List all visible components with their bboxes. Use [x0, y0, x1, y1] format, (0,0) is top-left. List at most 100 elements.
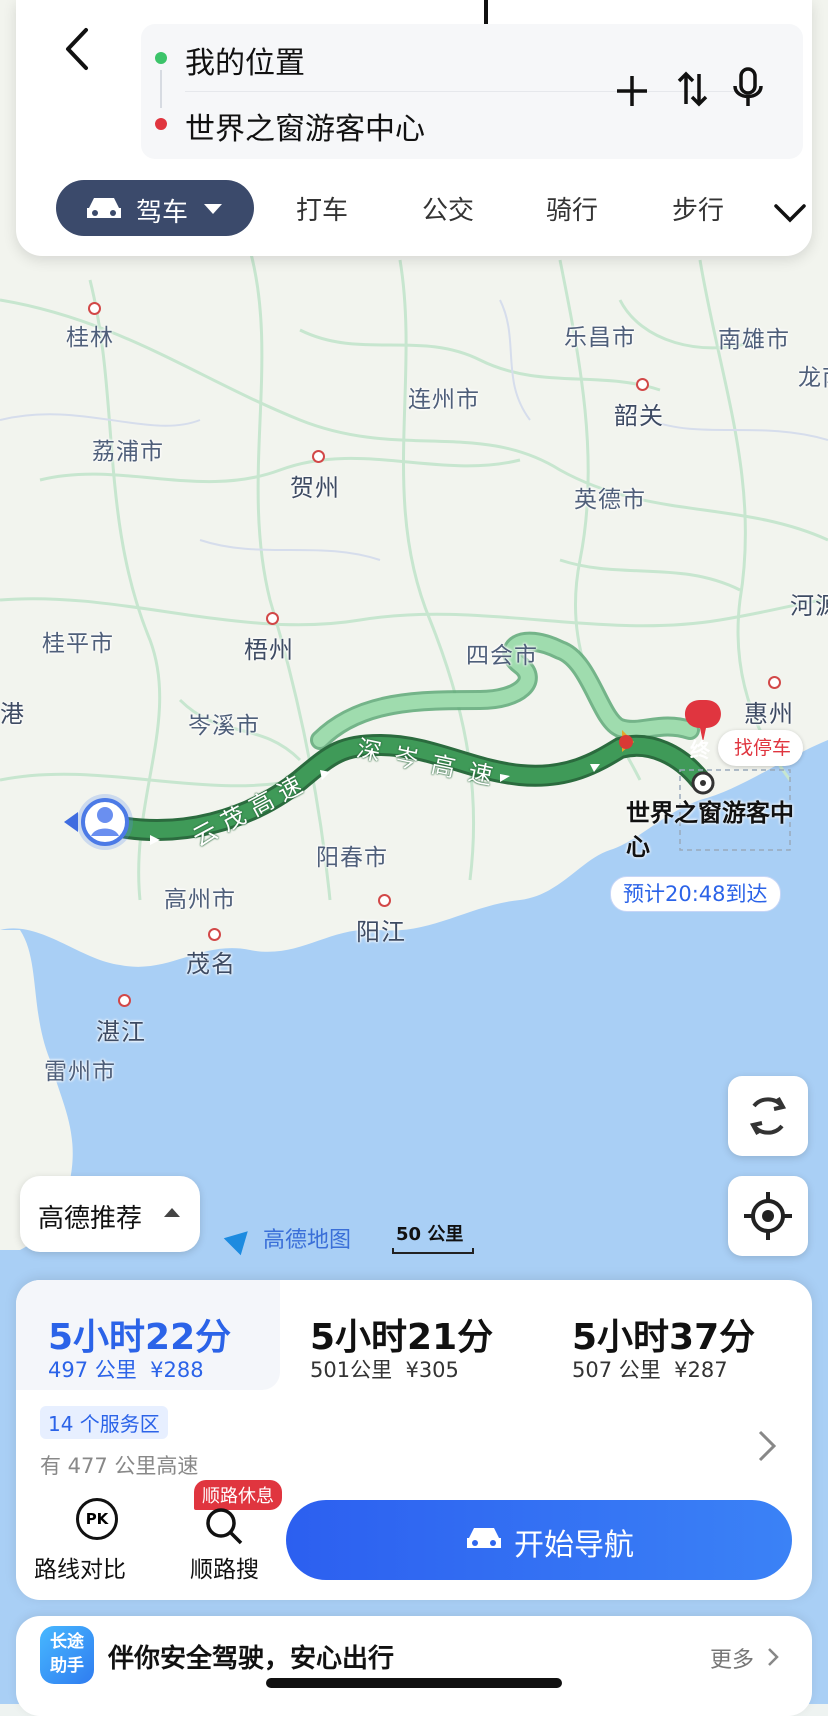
city-label: 阳春市: [316, 845, 388, 871]
end-marker-text: 终: [690, 738, 710, 762]
mode-walk-tab[interactable]: 步行: [672, 190, 724, 227]
locate-icon: [744, 1192, 792, 1240]
refresh-icon: [749, 1097, 787, 1135]
city-dot: [636, 378, 649, 391]
home-indicator[interactable]: [266, 1678, 562, 1688]
city-label: 龙南: [798, 365, 828, 391]
origin-dot-icon: [155, 52, 167, 64]
recommend-label: 高德推荐: [38, 1204, 143, 1234]
route-header-card: 我的位置 世界之窗游客中心 驾车 打车 公交 骑行 步行: [16, 0, 812, 256]
city-label: 连州市: [408, 387, 480, 413]
locate-button[interactable]: [728, 1176, 808, 1256]
route-distance: 507 公里: [572, 1358, 661, 1382]
helper-badge-icon: 长途 助手: [40, 1626, 94, 1684]
city-dot: [208, 928, 221, 941]
mode-bus-tab[interactable]: 公交: [422, 190, 474, 227]
city-label: 河源: [790, 592, 828, 620]
mode-drive-tab[interactable]: 驾车: [56, 180, 254, 236]
long-trip-helper-card[interactable]: 长途 助手 伴你安全驾驶，安心出行 更多: [16, 1616, 812, 1716]
caret-up-icon: [164, 1208, 180, 1217]
city-label: 乐昌市: [564, 325, 636, 351]
city-label: 英德市: [574, 487, 646, 513]
city-label: 高州市: [164, 887, 236, 913]
caret-down-icon: [204, 204, 222, 214]
route-option-1[interactable]: 5小时22分 497 公里 ¥288: [16, 1280, 280, 1390]
route-input-box: 我的位置 世界之窗游客中心: [141, 24, 803, 159]
city-label: 惠州: [744, 700, 794, 728]
city-label: 茂名: [186, 950, 236, 978]
scale-text: 50 公里: [396, 1224, 464, 1245]
city-label: 岑溪市: [188, 713, 260, 739]
start-navigation-label: 开始导航: [514, 1528, 634, 1563]
route-time: 5小时21分: [310, 1317, 494, 1358]
helper-text: 伴你安全驾驶，安心出行: [108, 1644, 395, 1674]
find-parking-label: 找停车: [734, 737, 792, 759]
mode-bike-tab[interactable]: 骑行: [546, 190, 598, 227]
city-label: 阳江: [356, 918, 406, 946]
route-distance: 497 公里: [48, 1358, 137, 1382]
find-parking-button[interactable]: 找停车: [718, 730, 804, 766]
heading-arrow: [64, 812, 78, 832]
swap-icon[interactable]: [671, 68, 713, 110]
route-options-card: 5小时22分 497 公里 ¥288 5小时21分 501公里 ¥305 5小时…: [16, 1280, 812, 1600]
helper-badge-line: 助手: [50, 1656, 84, 1676]
more-link[interactable]: 更多: [710, 1642, 754, 1674]
amap-logo: 高德地图: [223, 1222, 352, 1256]
city-dot: [312, 450, 325, 463]
route-arrow: [320, 770, 330, 780]
origin-field[interactable]: 我的位置: [185, 38, 305, 82]
add-waypoint-icon[interactable]: [611, 70, 653, 112]
city-label: 韶关: [614, 402, 664, 430]
chevron-down-icon[interactable]: [772, 198, 808, 228]
eta-text: 预计20:48到达: [623, 882, 768, 906]
city-dot: [768, 676, 781, 689]
car-icon: [467, 1528, 501, 1548]
recommend-dropdown[interactable]: 高德推荐: [20, 1176, 200, 1252]
route-meta: 497 公里 ¥288: [48, 1354, 204, 1384]
city-dot: [88, 302, 101, 315]
city-label: 港: [0, 700, 25, 728]
route-cost: ¥305: [405, 1358, 459, 1382]
destination-map-label: 世界之窗游客中心: [626, 799, 794, 861]
amap-logo-icon: [223, 1222, 257, 1256]
service-area-badge: 14 个服务区: [40, 1406, 168, 1439]
city-label: 雷州市: [44, 1059, 116, 1085]
route-cost: ¥287: [674, 1358, 728, 1382]
route-distance: 501公里: [310, 1358, 393, 1382]
route-meta: 501公里 ¥305: [310, 1354, 459, 1384]
city-label: 桂平市: [42, 631, 114, 657]
scale-bar: 50 公里: [392, 1220, 474, 1254]
destination-dot-icon: [155, 118, 167, 130]
route-option-2[interactable]: 5小时21分 501公里 ¥305: [280, 1280, 542, 1390]
city-label: 桂林: [66, 325, 114, 351]
destination-field[interactable]: 世界之窗游客中心: [185, 104, 425, 148]
city-label: 梧州: [244, 636, 294, 664]
city-label: 贺州: [290, 474, 340, 502]
city-dot: [118, 994, 131, 1007]
chevron-right-icon: [758, 1430, 777, 1462]
eta-badge: 预计20:48到达: [610, 876, 781, 912]
refresh-button[interactable]: [728, 1076, 808, 1156]
route-time: 5小时22分: [48, 1317, 232, 1358]
route-time: 5小时37分: [572, 1317, 756, 1358]
brand-text: 高德地图: [263, 1228, 352, 1253]
along-route-search-label: 顺路搜: [190, 1557, 259, 1583]
route-option-3[interactable]: 5小时37分 507 公里 ¥287: [542, 1280, 812, 1390]
route-cost: ¥288: [150, 1358, 204, 1382]
highway-info: 有 477 公里高速: [40, 1454, 199, 1478]
route-compare-button[interactable]: PK 路线对比: [34, 1498, 144, 1594]
mode-taxi-tab[interactable]: 打车: [296, 190, 348, 227]
mode-drive-label: 驾车: [136, 198, 189, 228]
chevron-right-icon: [768, 1648, 779, 1666]
route-compare-label: 路线对比: [34, 1557, 126, 1583]
city-label: 荔浦市: [92, 439, 164, 465]
city-label: 南雄市: [718, 327, 790, 353]
route-detail-row[interactable]: 14 个服务区 有 477 公里高速: [16, 1390, 812, 1490]
pk-icon: PK: [76, 1498, 118, 1540]
along-route-search-button[interactable]: 顺路休息 顺路搜: [172, 1480, 292, 1594]
microphone-icon[interactable]: [727, 66, 769, 108]
back-icon[interactable]: [60, 24, 96, 74]
start-navigation-button[interactable]: 开始导航: [286, 1500, 792, 1580]
car-icon: [87, 198, 121, 218]
city-label: 湛江: [96, 1018, 146, 1046]
